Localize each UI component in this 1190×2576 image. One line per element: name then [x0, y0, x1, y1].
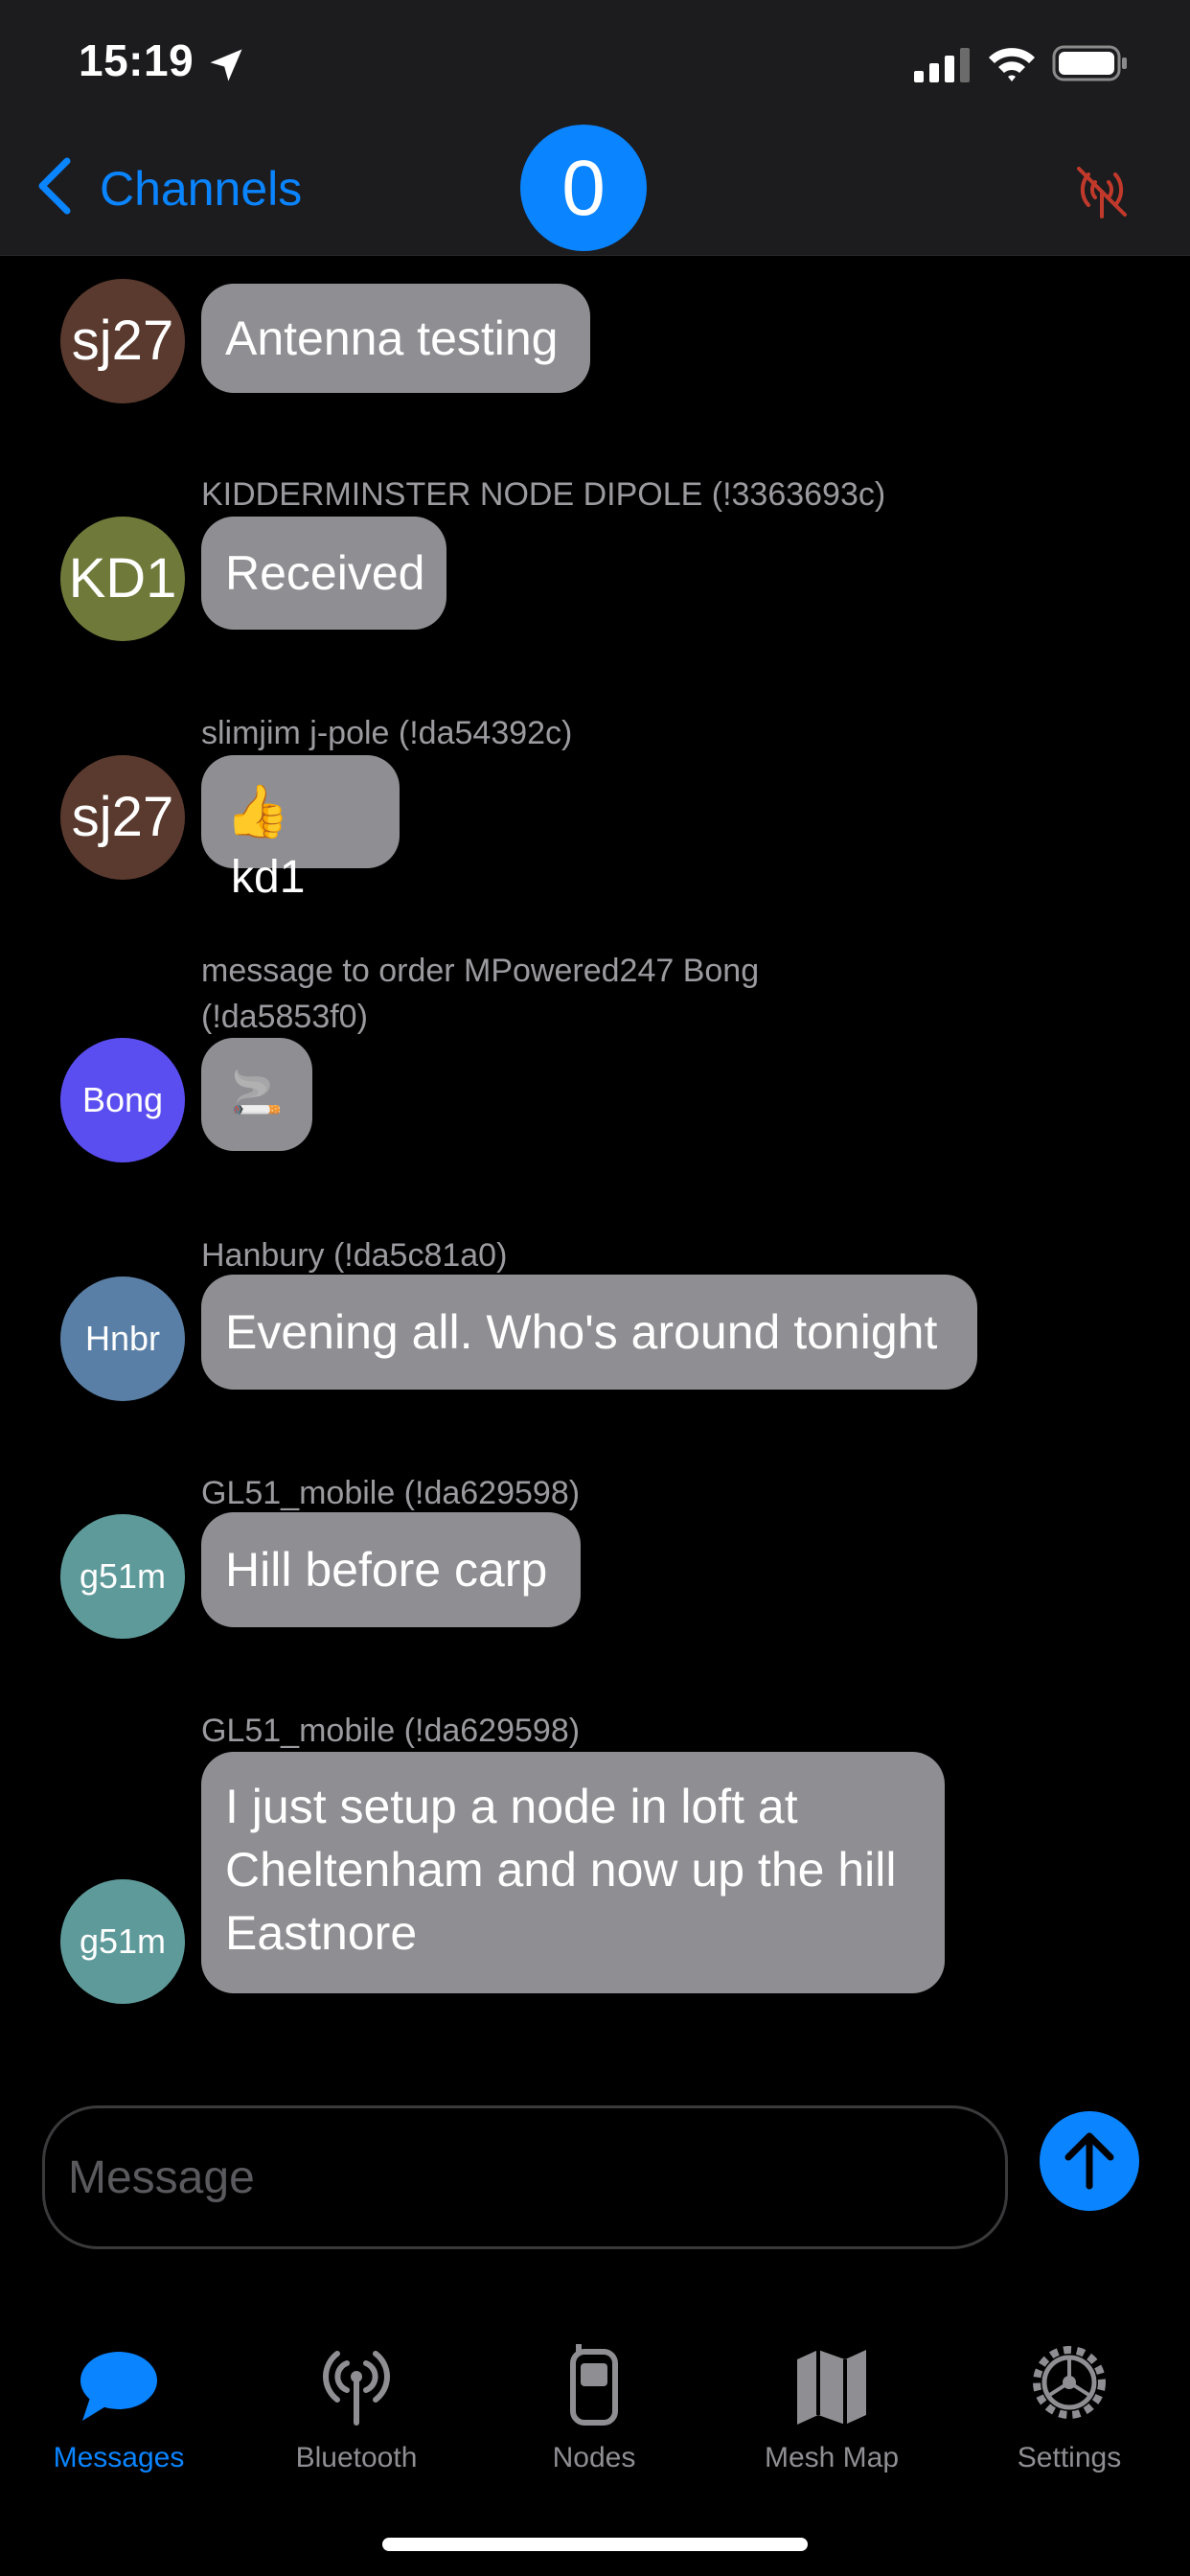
- avatar[interactable]: sj27: [60, 755, 185, 880]
- message-text-line: I just setup a node in loft at: [225, 1780, 798, 1833]
- message-sender: Hanbury (!da5c81a0): [201, 1237, 508, 1274]
- avatar[interactable]: Hnbr: [60, 1276, 185, 1401]
- tab-messages[interactable]: Messages: [0, 2338, 238, 2482]
- cigarette-emoji: 🚬: [230, 1070, 284, 1116]
- message-bubble[interactable]: 👍 kd1: [201, 755, 400, 903]
- tab-bluetooth[interactable]: Bluetooth: [238, 2338, 475, 2482]
- message-bubble[interactable]: Hill before carp: [201, 1512, 581, 1627]
- message-sender: GL51_mobile (!da629598): [201, 1713, 581, 1749]
- message-sender-id: (!da5853f0): [201, 999, 368, 1035]
- tab-bar: Messages Bluetooth Nodes Mesh Map Settin…: [0, 2300, 1190, 2576]
- home-indicator: [382, 2538, 808, 2551]
- message-text: Hill before carp: [225, 1543, 548, 1597]
- tab-label: Messages: [53, 2442, 185, 2473]
- avatar[interactable]: g51m: [60, 1514, 185, 1639]
- tab-settings[interactable]: Settings: [950, 2338, 1188, 2482]
- back-button-channels[interactable]: Channels: [100, 161, 302, 217]
- message-bubble[interactable]: Received: [201, 517, 446, 630]
- message-bubble[interactable]: Evening all. Who's around tonight: [201, 1275, 977, 1390]
- status-bar: 15:19: [0, 0, 1190, 125]
- disconnected-antenna-icon[interactable]: [1071, 161, 1133, 222]
- message-sender: message to order MPowered247 Bong: [201, 953, 760, 989]
- tab-nodes[interactable]: Nodes: [475, 2338, 713, 2482]
- device-icon: [570, 2344, 618, 2426]
- message-text: Antenna testing: [225, 311, 559, 365]
- message-text: Received: [225, 546, 425, 600]
- chevron-left-icon[interactable]: [33, 155, 75, 217]
- avatar[interactable]: sj27: [60, 279, 185, 403]
- battery-icon: [1052, 45, 1127, 81]
- map-icon: [797, 2350, 866, 2425]
- message-sender: GL51_mobile (!da629598): [201, 1475, 581, 1511]
- message-text-line: Cheltenham and now up the hill: [225, 1843, 897, 1897]
- send-button[interactable]: [1040, 2111, 1139, 2211]
- channel-index-badge: 0: [520, 125, 647, 251]
- tab-label: Bluetooth: [295, 2442, 418, 2473]
- message-text-line: Eastnore: [225, 1906, 418, 1960]
- tab-label: Settings: [1017, 2442, 1122, 2473]
- thumbs-up-emoji: 👍: [225, 783, 290, 840]
- message-bubble[interactable]: Antenna testing: [201, 284, 590, 393]
- message-text: Evening all. Who's around tonight: [225, 1305, 938, 1359]
- avatar[interactable]: Bong: [60, 1038, 185, 1162]
- avatar[interactable]: KD1: [60, 517, 185, 641]
- gear-icon: [1033, 2346, 1106, 2419]
- message-bubble[interactable]: 🚬: [201, 1038, 312, 1151]
- status-time: 15:19: [79, 35, 195, 85]
- message-sender: KIDDERMINSTER NODE DIPOLE (!3363693c): [201, 476, 886, 513]
- cellular-signal-icon: [914, 48, 970, 82]
- message-text: kd1: [231, 852, 306, 903]
- message-bubble[interactable]: I just setup a node in loft at Cheltenha…: [201, 1752, 945, 1993]
- tab-mesh-map[interactable]: Mesh Map: [713, 2338, 950, 2482]
- chat-bubble-icon: [80, 2352, 157, 2421]
- location-arrow-icon: [210, 49, 242, 81]
- wifi-icon: [989, 48, 1035, 81]
- antenna-icon: [323, 2351, 390, 2426]
- message-sender: slimjim j-pole (!da54392c): [201, 715, 573, 751]
- tab-label: Nodes: [552, 2442, 636, 2473]
- message-input[interactable]: [42, 2105, 1008, 2249]
- message-list[interactable]: sj27 Antenna testing KIDDERMINSTER NODE …: [0, 256, 1190, 2077]
- tab-label: Mesh Map: [764, 2442, 900, 2473]
- arrow-up-icon: [1064, 2132, 1114, 2190]
- avatar[interactable]: g51m: [60, 1879, 185, 2004]
